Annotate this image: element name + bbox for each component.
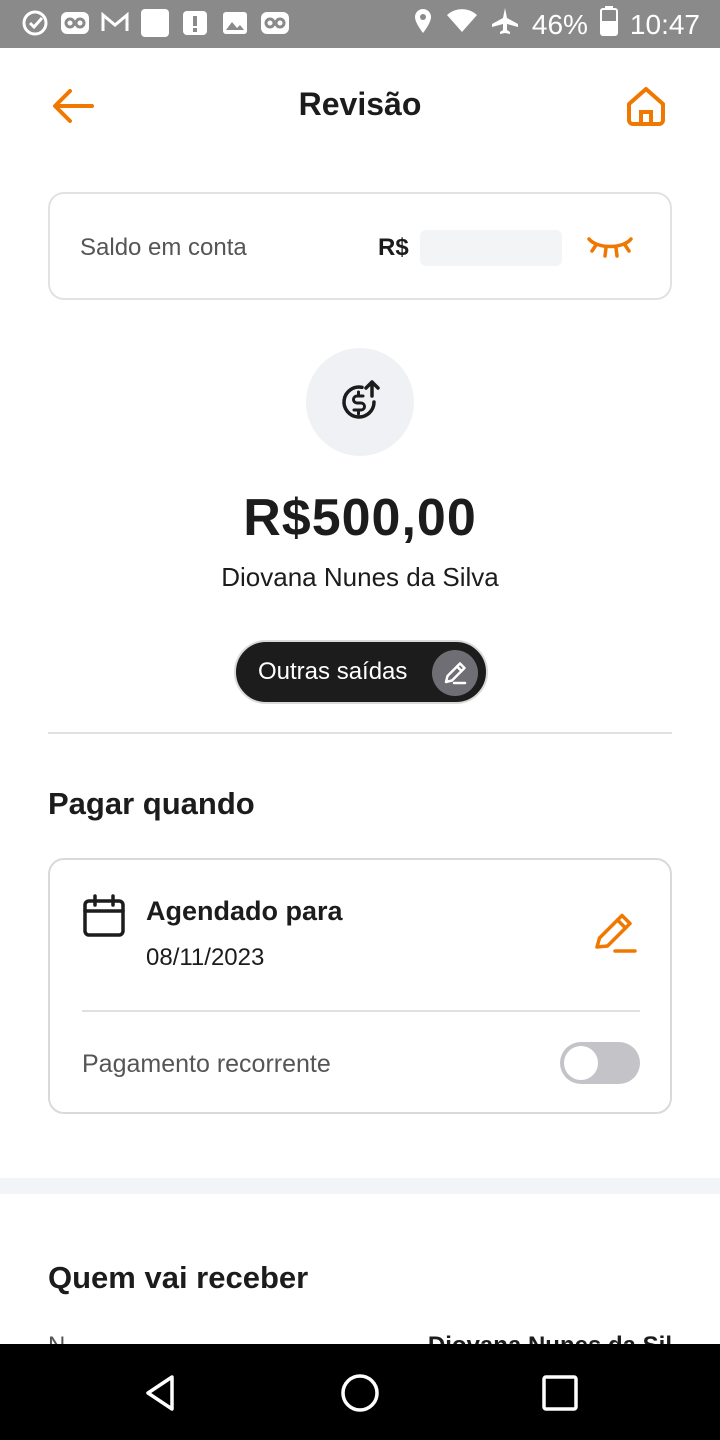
gmail-icon [100,8,130,38]
square-icon [140,8,170,38]
top-app-bar: Revisão [0,48,720,160]
wifi-icon [446,8,478,41]
toggle-knob [564,1046,598,1080]
recurring-payment-toggle[interactable] [560,1042,640,1084]
section-separator [0,1178,720,1194]
scheduled-label: Agendado para [146,896,343,926]
recipient-name: Diovana Nunes da Silva [221,562,499,592]
image-icon [220,8,250,38]
system-icons: 46% 10:47 [412,6,700,43]
transfer-icon-circle [306,348,414,456]
nav-home-button[interactable] [335,1368,385,1418]
toggle-balance-visibility-button[interactable] [584,228,636,268]
pencil-icon [444,662,467,685]
square-recents-icon [542,1375,578,1411]
card-divider [82,1010,640,1012]
recurring-payment-label: Pagamento recorrente [82,1050,331,1078]
divider [48,732,672,734]
edit-schedule-button[interactable] [590,908,642,960]
balance-card: Saldo em conta R$ [48,192,672,300]
clock: 10:47 [629,8,700,40]
receiver-row-partial: N Diovana Nunes da Sil [48,1332,672,1344]
calendar-icon [83,894,125,937]
battery-percent: 46% [531,8,588,40]
nav-recents-button[interactable] [535,1368,585,1418]
infinity-icon [60,8,90,38]
circle-home-icon [341,1374,379,1412]
check-circle-icon [20,8,50,38]
page-title: Revisão [298,86,422,122]
alert-icon [180,8,210,38]
infinity-icon [260,8,290,38]
dollar-send-icon [342,380,380,419]
status-bar: 46% 10:47 [0,0,720,48]
battery-icon [599,6,618,43]
location-icon [412,7,434,42]
schedule-card: Agendado para 08/11/2023 Pagamento recor… [48,858,672,1114]
home-icon [627,87,665,126]
notification-icons [20,8,290,38]
scheduled-date: 08/11/2023 [146,944,265,971]
edit-category-button[interactable] [432,650,478,696]
transfer-amount: R$500,00 [243,489,477,547]
balance-currency: R$ [378,234,409,261]
airplane-icon [490,6,520,43]
receiver-row-label: N [48,1332,65,1344]
pencil-icon [595,913,637,953]
home-button[interactable] [620,80,672,132]
receiver-row-value: Diovana Nunes da Sil [428,1332,672,1344]
receiver-title: Quem vai receber [48,1260,309,1295]
triangle-back-icon [146,1375,174,1411]
nav-back-button[interactable] [135,1368,185,1418]
category-chip[interactable]: Outras saídas [234,640,488,704]
eye-closed-icon [587,237,633,258]
balance-hidden-value [420,230,562,266]
category-label: Outras saídas [258,658,408,685]
balance-label: Saldo em conta [80,234,247,261]
system-navigation-bar [0,1344,720,1440]
pay-when-title: Pagar quando [48,786,255,821]
